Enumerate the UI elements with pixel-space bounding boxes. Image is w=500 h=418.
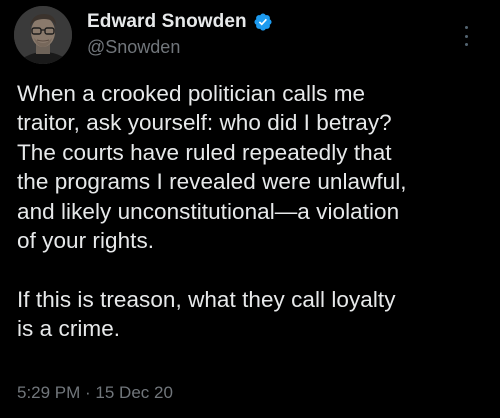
avatar[interactable] [14,6,72,64]
handle[interactable]: @Snowden [87,37,273,58]
display-name-row: Edward Snowden [87,10,273,34]
verified-badge-icon[interactable] [253,12,273,32]
avatar-image [14,6,72,64]
author-info: Edward Snowden @Snowden [87,10,273,58]
tweet-header: Edward Snowden @Snowden [14,6,486,66]
tweet-timestamp[interactable]: 5:29 PM · 15 Dec 20 [17,383,173,403]
tweet-card: Edward Snowden @Snowden When a crooked p… [0,0,500,418]
tweet-text: When a crooked politician calls me trait… [17,81,407,342]
more-options-icon[interactable] [462,26,470,46]
display-name[interactable]: Edward Snowden [87,11,247,33]
